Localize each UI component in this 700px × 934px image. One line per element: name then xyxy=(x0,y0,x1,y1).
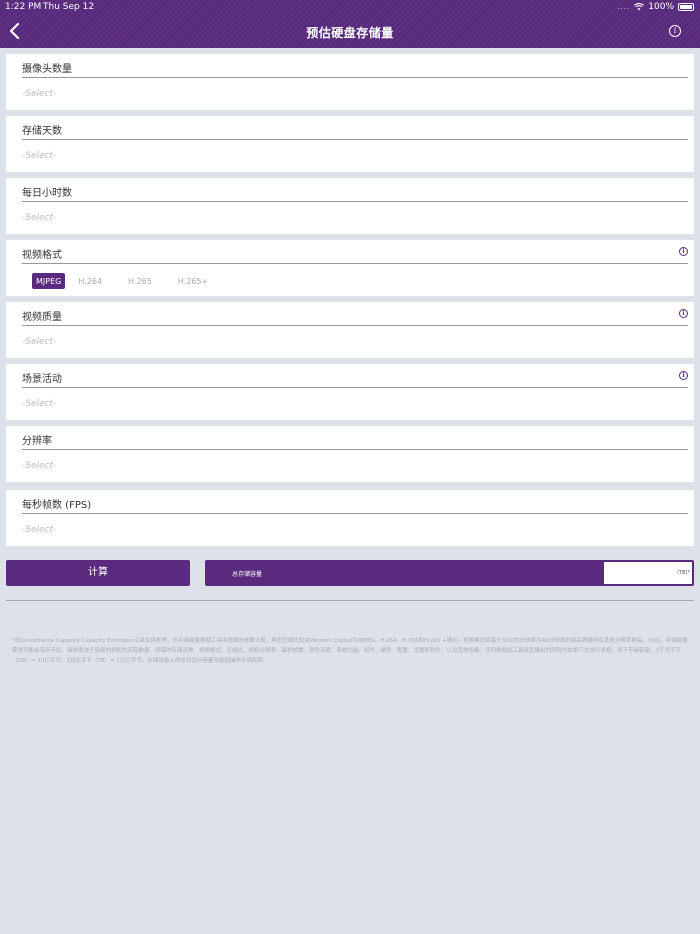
total-capacity-output: (TB)* xyxy=(604,562,692,584)
signal-icon: .... xyxy=(617,3,631,11)
field-label: 视频格式 xyxy=(22,250,62,261)
field-label: 视频质量 xyxy=(22,312,62,323)
days-select[interactable]: -Select- xyxy=(22,151,56,161)
divider xyxy=(22,263,688,264)
disclaimer-text: *此Surveillance Capacity Capacity Estimat… xyxy=(12,638,688,664)
wifi-icon xyxy=(634,3,645,11)
total-capacity-label: 总存储容量 xyxy=(232,571,263,578)
status-bar: 1:22 PM Thu Sep 12 .... 100% xyxy=(0,0,700,14)
field-label: 每秒帧数 (FPS) xyxy=(22,500,92,511)
info-icon[interactable]: i xyxy=(669,25,681,37)
battery-icon xyxy=(678,3,694,11)
total-capacity-panel: 总存储容量 (TB)* xyxy=(205,560,694,586)
field-label: 分辨率 xyxy=(22,436,52,447)
format-option-h265[interactable]: H.265 xyxy=(115,273,165,289)
divider xyxy=(22,513,688,514)
hours-select[interactable]: -Select- xyxy=(22,213,56,223)
calculate-button[interactable]: 计算 xyxy=(6,560,190,586)
page-title: 预估硬盘存储量 xyxy=(306,26,394,40)
divider xyxy=(22,139,688,140)
field-quality: 视频质量 i -Select- xyxy=(6,302,694,358)
format-option-h265plus[interactable]: H.265+ xyxy=(165,273,221,289)
divider xyxy=(22,387,688,388)
field-label: 每日小时数 xyxy=(22,188,72,199)
field-label: 场景活动 xyxy=(22,374,62,385)
field-label: 存储天数 xyxy=(22,126,62,137)
section-divider xyxy=(6,600,694,601)
field-cameras: 摄像头数量 -Select- xyxy=(6,54,694,110)
divider xyxy=(22,201,688,202)
field-hours: 每日小时数 -Select- xyxy=(6,178,694,234)
field-resolution: 分辨率 -Select- xyxy=(6,426,694,482)
quality-select[interactable]: -Select- xyxy=(22,337,56,347)
cameras-select[interactable]: -Select- xyxy=(22,89,56,99)
format-option-h264[interactable]: H.264 xyxy=(65,273,115,289)
field-activity: 场景活动 i -Select- xyxy=(6,364,694,420)
format-segmented-control: MJPEG H.264 H.265 H.265+ xyxy=(32,273,221,289)
divider xyxy=(22,77,688,78)
info-icon[interactable]: i xyxy=(679,309,688,318)
info-icon[interactable]: i xyxy=(679,247,688,256)
nav-bar: 1:22 PM Thu Sep 12 .... 100% 预估硬盘存储量 i xyxy=(0,0,700,48)
divider xyxy=(22,449,688,450)
battery-percent: 100% xyxy=(648,2,674,12)
field-format: 视频格式 i MJPEG H.264 H.265 H.265+ xyxy=(6,240,694,296)
status-date: Thu Sep 12 xyxy=(43,2,95,12)
info-icon[interactable]: i xyxy=(679,371,688,380)
resolution-select[interactable]: -Select- xyxy=(22,461,56,471)
status-time: 1:22 PM xyxy=(5,2,42,12)
activity-select[interactable]: -Select- xyxy=(22,399,56,409)
format-option-mjpeg[interactable]: MJPEG xyxy=(32,273,66,289)
status-indicators: .... 100% xyxy=(617,2,694,12)
field-fps: 每秒帧数 (FPS) -Select- xyxy=(6,490,694,546)
unit-label: (TB)* xyxy=(677,570,690,576)
field-label: 摄像头数量 xyxy=(22,64,72,75)
fps-select[interactable]: -Select- xyxy=(22,525,56,535)
divider xyxy=(22,325,688,326)
field-days: 存储天数 -Select- xyxy=(6,116,694,172)
